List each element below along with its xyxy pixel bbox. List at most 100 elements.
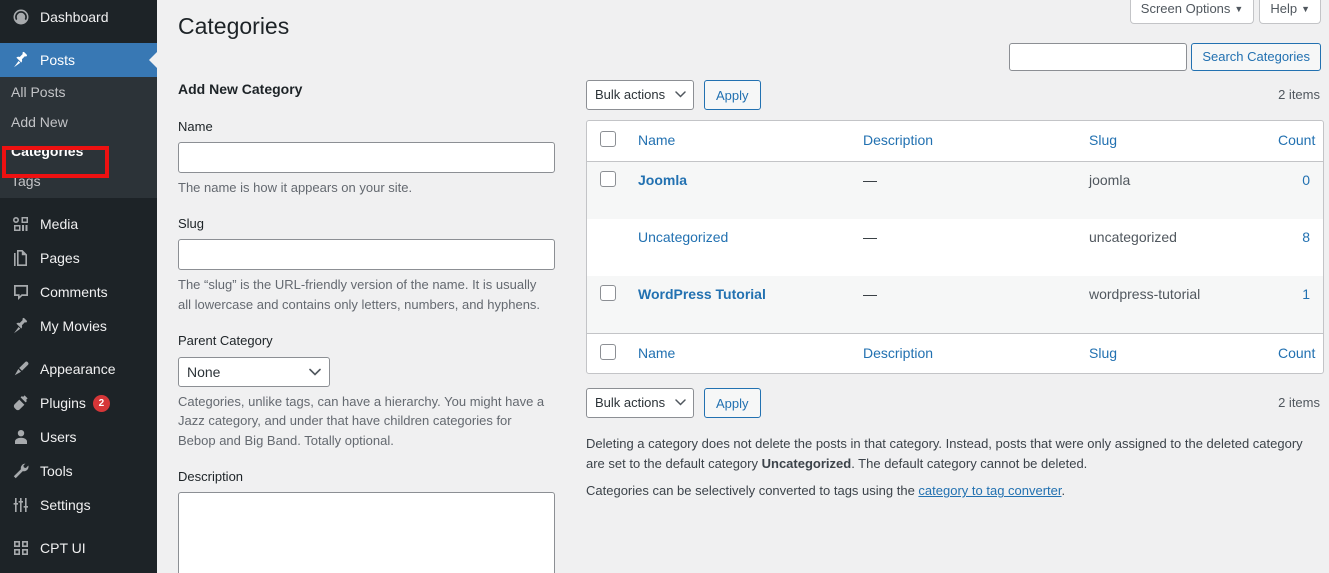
dashboard-icon (11, 7, 31, 27)
row-count-cell[interactable]: 1 (1268, 275, 1323, 333)
chevron-down-icon: ▼ (1234, 4, 1244, 14)
submenu-arrow-icon (149, 52, 157, 68)
category-to-tag-converter-link[interactable]: category to tag converter (918, 483, 1061, 498)
sidebar-item-my-movies[interactable]: My Movies (0, 309, 157, 343)
sidebar-item-label: Appearance (40, 361, 116, 378)
sidebar-item-plugins[interactable]: Plugins 2 (0, 386, 157, 420)
wrench-icon (11, 461, 31, 481)
sidebar-item-label: Plugins (40, 395, 86, 412)
table-header-row: Name Description Slug Count (587, 121, 1323, 162)
row-name-cell: Uncategorized (628, 219, 853, 276)
screen-options-button[interactable]: Screen Options ▼ (1129, 0, 1255, 25)
bulk-actions-select-wrap-top: Bulk actions (586, 80, 694, 110)
sidebar-item-appearance[interactable]: Appearance (0, 352, 157, 386)
column-footer-name[interactable]: Name (628, 332, 853, 374)
row-checkbox-cell (587, 219, 628, 276)
sidebar-item-label: Comments (40, 284, 108, 301)
search-categories-button[interactable]: Search Categories (1191, 43, 1321, 71)
sidebar-item-label: Media (40, 216, 79, 233)
items-count-top: 2 items (1278, 87, 1320, 102)
paintbrush-icon (11, 359, 31, 379)
row-count-cell[interactable]: 0 (1268, 161, 1323, 219)
sidebar-item-dashboard[interactable]: Dashboard (0, 0, 157, 34)
user-icon (11, 427, 31, 447)
apply-button-bottom[interactable]: Apply (704, 388, 761, 419)
add-new-category-form: Add New Category Name The name is how it… (178, 80, 558, 573)
parent-category-select[interactable]: None (178, 356, 330, 387)
category-name-link[interactable]: Uncategorized (638, 229, 728, 245)
sidebar-item-all-posts[interactable]: All Posts (0, 78, 157, 108)
pages-icon (11, 248, 31, 268)
table-foot: Name Description Slug Count (587, 332, 1323, 374)
slug-help-text: The “slug” is the URL-friendly version o… (178, 277, 541, 312)
sidebar-item-pages[interactable]: Pages (0, 241, 157, 275)
column-footer-description[interactable]: Description (853, 332, 1079, 374)
categories-footer-note: Deleting a category does not delete the … (586, 434, 1322, 501)
parent-category-select-wrap: None (178, 356, 330, 387)
column-header-slug[interactable]: Slug (1079, 121, 1268, 162)
sidebar-separator (0, 34, 157, 43)
sidebar-item-cpt-ui[interactable]: CPT UI (0, 531, 157, 565)
search-input[interactable] (1009, 43, 1188, 71)
row-name-cell: Joomla (628, 161, 853, 219)
sidebar-item-posts[interactable]: Posts (0, 43, 157, 77)
screen-options-label: Screen Options (1140, 1, 1231, 16)
select-all-checkbox[interactable] (600, 131, 616, 147)
sidebar-item-label: Pages (40, 250, 80, 267)
footer-default-category: Uncategorized (761, 456, 852, 472)
row-slug-cell: joomla (1079, 161, 1268, 219)
parent-category-help-text: Categories, unlike tags, can have a hier… (178, 393, 545, 448)
media-icon (11, 214, 31, 234)
description-textarea[interactable] (178, 492, 555, 573)
footer-note-line-1: Deleting a category does not delete the … (586, 434, 1322, 474)
table-body: Joomla — joomla 0 Uncategorized — uncate… (587, 161, 1323, 333)
bulk-actions-select-bottom[interactable]: Bulk actions (586, 388, 694, 419)
name-input[interactable] (178, 141, 555, 173)
table-row: Joomla — joomla 0 (587, 161, 1323, 219)
categories-table: Name Description Slug Count Joomla — joo… (586, 120, 1324, 375)
row-slug-cell: uncategorized (1089, 228, 1177, 245)
screen-meta-links: Screen Options ▼ Help ▼ (1129, 0, 1321, 25)
items-count-bottom: 2 items (1278, 395, 1320, 411)
sidebar-item-tools[interactable]: Tools (0, 454, 157, 488)
column-header-description[interactable]: Description (853, 121, 1079, 162)
category-name-link[interactable]: WordPress Tutorial (638, 286, 766, 302)
bulk-actions-select-top[interactable]: Bulk actions (586, 80, 694, 110)
tablenav-top: Bulk actions Apply 2 items (586, 80, 1322, 110)
row-description-cell: — (863, 228, 877, 245)
sidebar-item-label: Dashboard (40, 9, 109, 25)
column-header-count[interactable]: Count (1268, 121, 1323, 162)
posts-submenu: All Posts Add New Categories Tags (0, 77, 157, 199)
slug-input[interactable] (178, 239, 555, 271)
row-description-cell: — (853, 275, 1079, 333)
column-footer-slug[interactable]: Slug (1079, 332, 1268, 374)
help-button[interactable]: Help ▼ (1259, 0, 1321, 25)
column-header-name[interactable]: Name (628, 121, 853, 162)
apply-button-top[interactable]: Apply (704, 80, 761, 110)
categories-list-table-area: Bulk actions Apply 2 items Name Descript… (586, 80, 1324, 509)
admin-sidebar: Dashboard Posts All Posts Add New Catego… (0, 0, 157, 573)
row-checkbox[interactable] (600, 284, 616, 301)
sidebar-item-comments[interactable]: Comments (0, 275, 157, 309)
row-checkbox-cell (587, 161, 628, 219)
row-checkbox[interactable] (600, 170, 616, 187)
sidebar-item-settings[interactable]: Settings (0, 488, 157, 522)
select-all-header (587, 121, 628, 162)
sidebar-item-add-new[interactable]: Add New (0, 108, 157, 138)
sidebar-item-media[interactable]: Media (0, 207, 157, 241)
select-all-footer (587, 332, 628, 374)
plugin-icon (11, 393, 31, 413)
sidebar-item-categories[interactable]: Categories (0, 137, 157, 167)
sidebar-item-users[interactable]: Users (0, 420, 157, 454)
category-name-link[interactable]: Joomla (638, 172, 687, 188)
sidebar-separator (0, 343, 157, 352)
row-description-cell: — (853, 161, 1079, 219)
row-slug-cell: wordpress-tutorial (1079, 275, 1268, 333)
select-all-checkbox-footer[interactable] (600, 343, 616, 360)
table-head: Name Description Slug Count (587, 121, 1323, 162)
row-count-cell[interactable]: 8 (1268, 219, 1323, 276)
table-row: WordPress Tutorial — wordpress-tutorial … (587, 275, 1323, 333)
footer-note-line-2: Categories can be selectively converted … (586, 481, 1322, 501)
sidebar-item-tags[interactable]: Tags (0, 167, 157, 197)
column-footer-count[interactable]: Count (1268, 332, 1323, 374)
